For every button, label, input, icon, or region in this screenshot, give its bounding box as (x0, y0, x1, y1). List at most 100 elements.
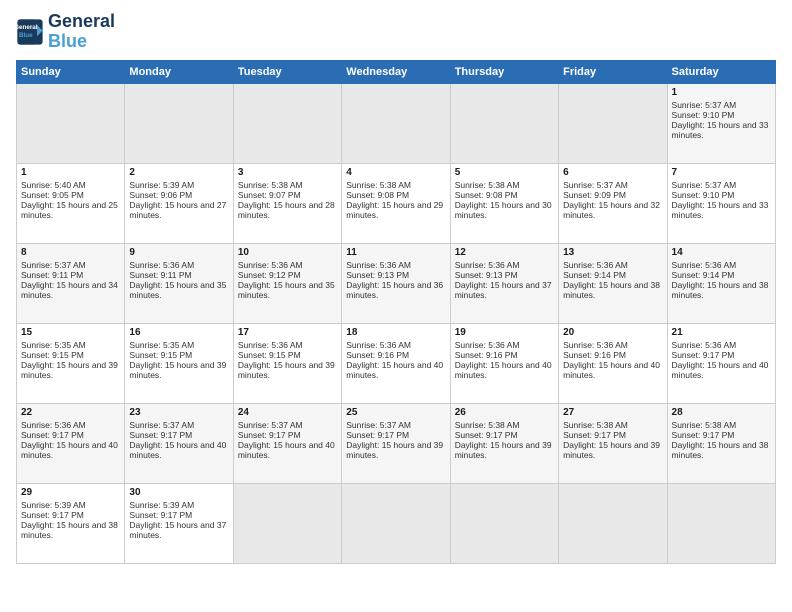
calendar-day-cell: 9Sunrise: 5:36 AMSunset: 9:11 PMDaylight… (125, 243, 233, 323)
sunset-text: Sunset: 9:15 PM (129, 350, 228, 360)
sunrise-text: Sunrise: 5:36 AM (455, 260, 554, 270)
day-number: 11 (346, 247, 445, 258)
calendar-day-cell (559, 83, 667, 163)
sunset-text: Sunset: 9:17 PM (129, 430, 228, 440)
calendar-day-cell (342, 483, 450, 563)
sunrise-text: Sunrise: 5:38 AM (238, 180, 337, 190)
day-number: 6 (563, 167, 662, 178)
calendar-day-cell (450, 483, 558, 563)
day-number: 18 (346, 327, 445, 338)
calendar-day-cell: 23Sunrise: 5:37 AMSunset: 9:17 PMDayligh… (125, 403, 233, 483)
day-of-week-header: Wednesday (342, 60, 450, 83)
sunset-text: Sunset: 9:12 PM (238, 270, 337, 280)
day-number: 16 (129, 327, 228, 338)
sunset-text: Sunset: 9:16 PM (563, 350, 662, 360)
svg-text:Blue: Blue (19, 32, 33, 39)
day-number: 19 (455, 327, 554, 338)
calendar-day-cell: 20Sunrise: 5:36 AMSunset: 9:16 PMDayligh… (559, 323, 667, 403)
calendar-day-cell (233, 483, 341, 563)
day-number: 1 (672, 87, 771, 98)
sunset-text: Sunset: 9:16 PM (346, 350, 445, 360)
calendar-day-cell: 21Sunrise: 5:36 AMSunset: 9:17 PMDayligh… (667, 323, 775, 403)
day-number: 28 (672, 407, 771, 418)
day-number: 3 (238, 167, 337, 178)
day-number: 21 (672, 327, 771, 338)
daylight-text: Daylight: 15 hours and 39 minutes. (563, 440, 662, 460)
sunrise-text: Sunrise: 5:36 AM (563, 340, 662, 350)
calendar-day-cell (559, 483, 667, 563)
logo-text: General Blue (48, 12, 115, 52)
calendar-week-row: 8Sunrise: 5:37 AMSunset: 9:11 PMDaylight… (17, 243, 776, 323)
sunset-text: Sunset: 9:17 PM (346, 430, 445, 440)
sunrise-text: Sunrise: 5:37 AM (129, 420, 228, 430)
day-of-week-header: Tuesday (233, 60, 341, 83)
calendar-day-cell: 11 Sunrise: 5:36 AMSunset: 9:13 PMDayligh… (342, 243, 450, 323)
daylight-text: Daylight: 15 hours and 35 minutes. (129, 280, 228, 300)
sunrise-text: Sunrise: 5:36 AM (563, 260, 662, 270)
logo-icon: General Blue (16, 18, 44, 46)
sunset-text: Sunset: 9:10 PM (672, 110, 771, 120)
calendar-page: General Blue General Blue SundayMondayTu… (0, 0, 792, 612)
daylight-text: Daylight: 15 hours and 39 minutes. (346, 440, 445, 460)
header-row: SundayMondayTuesdayWednesdayThursdayFrid… (17, 60, 776, 83)
calendar-week-row: 1Sunrise: 5:37 AMSunset: 9:10 PMDaylight… (17, 83, 776, 163)
sunrise-text: Sunrise: 5:36 AM (346, 340, 445, 350)
calendar-day-cell (17, 83, 125, 163)
calendar-week-row: 22Sunrise: 5:36 AMSunset: 9:17 PMDayligh… (17, 403, 776, 483)
sunrise-text: Sunrise: 5:38 AM (672, 420, 771, 430)
sunrise-text: Sunrise: 5:38 AM (455, 180, 554, 190)
calendar-day-cell: 8Sunrise: 5:37 AMSunset: 9:11 PMDaylight… (17, 243, 125, 323)
sunset-text: Sunset: 9:08 PM (346, 190, 445, 200)
sunset-text: Sunset: 9:17 PM (672, 350, 771, 360)
daylight-text: Daylight: 15 hours and 25 minutes. (21, 200, 120, 220)
daylight-text: Daylight: 15 hours and 27 minutes. (129, 200, 228, 220)
daylight-text: Daylight: 15 hours and 34 minutes. (21, 280, 120, 300)
calendar-day-cell (342, 83, 450, 163)
day-number: 29 (21, 487, 120, 498)
calendar-day-cell: 18Sunrise: 5:36 AMSunset: 9:16 PMDayligh… (342, 323, 450, 403)
sunset-text: Sunset: 9:13 PM (346, 270, 445, 280)
sunrise-text: Sunrise: 5:37 AM (21, 260, 120, 270)
sunset-text: Sunset: 9:07 PM (238, 190, 337, 200)
daylight-text: Daylight: 15 hours and 28 minutes. (238, 200, 337, 220)
sunrise-text: Sunrise: 5:38 AM (346, 180, 445, 190)
sunrise-text: Sunrise: 5:36 AM (346, 260, 445, 270)
daylight-text: Daylight: 15 hours and 32 minutes. (563, 200, 662, 220)
sunrise-text: Sunrise: 5:37 AM (563, 180, 662, 190)
calendar-day-cell (450, 83, 558, 163)
sunset-text: Sunset: 9:17 PM (21, 430, 120, 440)
sunrise-text: Sunrise: 5:35 AM (21, 340, 120, 350)
sunset-text: Sunset: 9:17 PM (238, 430, 337, 440)
day-number: 2 (129, 167, 228, 178)
daylight-text: Daylight: 15 hours and 37 minutes. (129, 520, 228, 540)
sunset-text: Sunset: 9:17 PM (129, 510, 228, 520)
day-of-week-header: Monday (125, 60, 233, 83)
calendar-day-cell (125, 83, 233, 163)
calendar-day-cell: 4Sunrise: 5:38 AMSunset: 9:08 PMDaylight… (342, 163, 450, 243)
calendar-day-cell: 27Sunrise: 5:38 AMSunset: 9:17 PMDayligh… (559, 403, 667, 483)
day-number: 22 (21, 407, 120, 418)
calendar-day-cell: 17Sunrise: 5:36 AMSunset: 9:15 PMDayligh… (233, 323, 341, 403)
calendar-day-cell: 28Sunrise: 5:38 AMSunset: 9:17 PMDayligh… (667, 403, 775, 483)
daylight-text: Daylight: 15 hours and 40 minutes. (129, 440, 228, 460)
sunset-text: Sunset: 9:14 PM (672, 270, 771, 280)
day-number: 7 (672, 167, 771, 178)
sunrise-text: Sunrise: 5:38 AM (563, 420, 662, 430)
calendar-day-cell: 15Sunrise: 5:35 AMSunset: 9:15 PMDayligh… (17, 323, 125, 403)
daylight-text: Daylight: 15 hours and 39 minutes. (238, 360, 337, 380)
calendar-week-row: 1Sunrise: 5:40 AMSunset: 9:05 PMDaylight… (17, 163, 776, 243)
daylight-text: Daylight: 15 hours and 39 minutes. (129, 360, 228, 380)
calendar-day-cell: 10Sunrise: 5:36 AMSunset: 9:12 PMDayligh… (233, 243, 341, 323)
day-number: 5 (455, 167, 554, 178)
daylight-text: Daylight: 15 hours and 39 minutes. (455, 440, 554, 460)
sunrise-text: Sunrise: 5:40 AM (21, 180, 120, 190)
daylight-text: Daylight: 15 hours and 40 minutes. (455, 360, 554, 380)
calendar-day-cell: 1Sunrise: 5:37 AMSunset: 9:10 PMDaylight… (667, 83, 775, 163)
daylight-text: Daylight: 15 hours and 36 minutes. (346, 280, 445, 300)
daylight-text: Daylight: 15 hours and 33 minutes. (672, 120, 771, 140)
logo: General Blue General Blue (16, 12, 115, 52)
sunset-text: Sunset: 9:13 PM (455, 270, 554, 280)
calendar-day-cell: 16 Sunrise: 5:35 AMSunset: 9:15 PMDayligh… (125, 323, 233, 403)
calendar-day-cell: 25Sunrise: 5:37 AMSunset: 9:17 PMDayligh… (342, 403, 450, 483)
sunrise-text: Sunrise: 5:35 AM (129, 340, 228, 350)
